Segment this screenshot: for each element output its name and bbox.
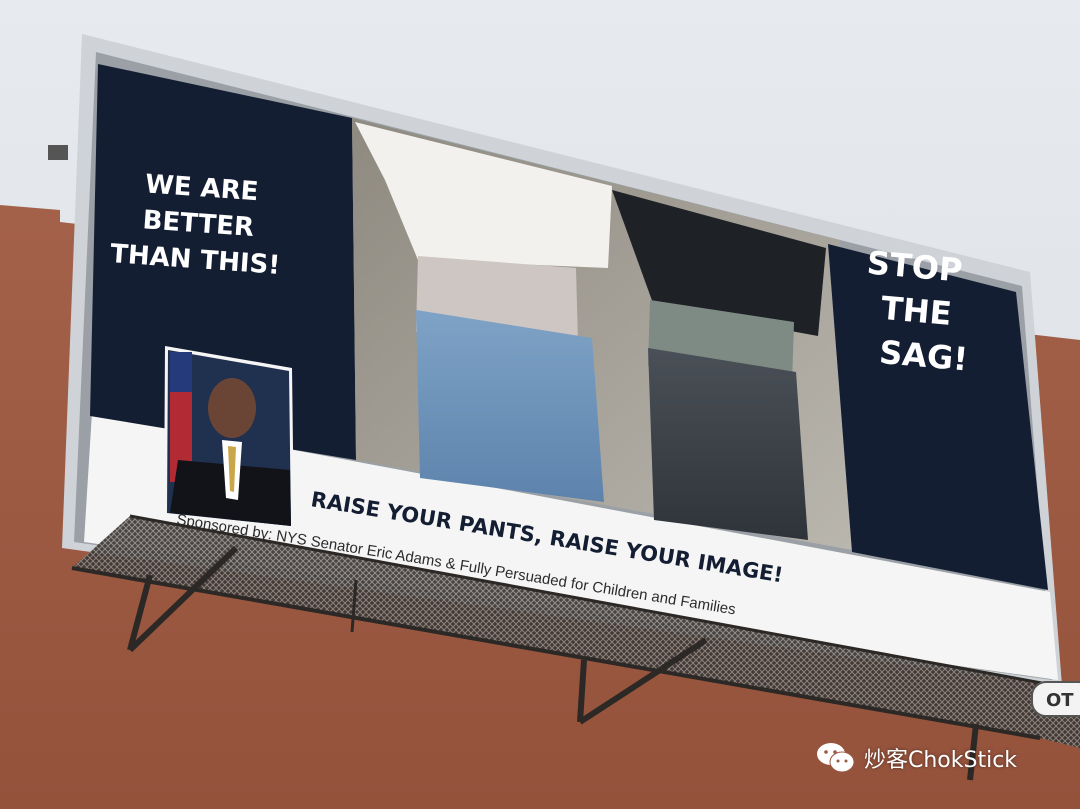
corner-tag: OT: [1031, 681, 1080, 717]
watermark: 炒客ChokStick: [816, 740, 1017, 776]
right-line-2: THE: [880, 289, 954, 333]
senator-portrait: [164, 346, 294, 530]
portrait-face: [208, 378, 256, 438]
figure-left-jeans: [416, 310, 604, 502]
watermark-text: 炒客ChokStick: [864, 748, 1018, 773]
figure-right-jeans: [648, 348, 808, 540]
svg-text:OT: OT: [1046, 690, 1074, 711]
right-line-3: SAG!: [878, 333, 970, 379]
billboard-scene: WE ARE BETTER THAN THIS! STOP THE SAG! R…: [0, 0, 1080, 809]
wechat-icon: [817, 743, 855, 773]
wall-light: [48, 145, 68, 160]
